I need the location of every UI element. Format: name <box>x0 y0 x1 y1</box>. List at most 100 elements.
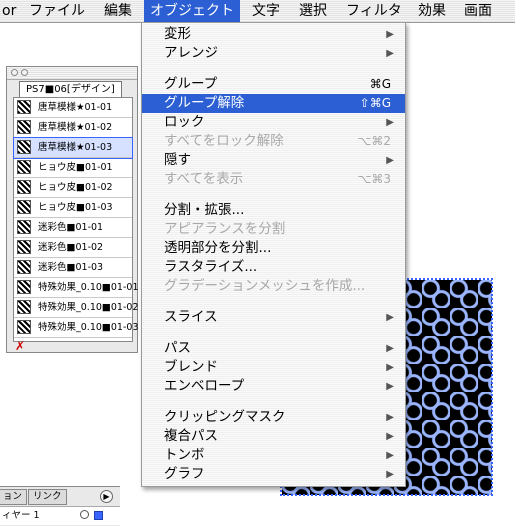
menu-item-label: 複合パス <box>164 428 218 444</box>
menu-item: すべてをロック解除 ⌥⌘2 <box>142 132 405 151</box>
menu-item[interactable]: グループ解除 ⇧⌘G <box>142 94 405 113</box>
menu-item[interactable]: クリッピングマスク ▶ <box>142 408 405 427</box>
swatch-row[interactable]: 迷彩色■01-03 <box>14 258 132 278</box>
none-swatch-icon[interactable]: ✗ <box>15 339 25 353</box>
layer-palette: ョン リンク ▶ ィヤー 1 <box>0 486 120 526</box>
menu-separator <box>142 396 405 408</box>
swatch-pattern-thumbnail <box>17 260 31 274</box>
menu-item[interactable]: グラフ ▶ <box>142 465 405 484</box>
swatch-row[interactable]: 特殊効果_0.10■01-01 <box>14 278 138 298</box>
submenu-arrow-icon: ▶ <box>386 450 394 461</box>
menu-item-label: 隠す <box>164 152 191 168</box>
swatch-row[interactable]: ヒョウ皮■01-03 <box>14 198 132 218</box>
swatch-pattern-thumbnail <box>17 120 31 134</box>
menu-item-shortcut: ⌥⌘3 <box>357 172 391 186</box>
menu-edit[interactable]: 編集 <box>104 0 132 22</box>
swatch-row[interactable]: 迷彩色■01-02 <box>14 238 132 258</box>
submenu-arrow-icon: ▶ <box>386 412 394 423</box>
menu-item-shortcut: ⌥⌘2 <box>357 134 391 148</box>
menu-item-label: スライス <box>164 309 218 325</box>
menu-item[interactable]: 変形 ▶ <box>142 25 405 44</box>
swatch-pattern-thumbnail <box>17 320 31 334</box>
swatch-pattern-thumbnail <box>17 220 31 234</box>
menu-item-label: パス <box>164 340 191 356</box>
menu-item[interactable]: トンボ ▶ <box>142 446 405 465</box>
menu-item[interactable]: ラスタライズ... <box>142 258 405 277</box>
menu-item-label: 透明部分を分割... <box>164 240 272 256</box>
submenu-arrow-icon: ▶ <box>386 381 394 392</box>
menu-item-label: ブレンド <box>164 359 218 375</box>
menu-item[interactable]: 複合パス ▶ <box>142 427 405 446</box>
menu-item[interactable]: グループ ⌘G <box>142 75 405 94</box>
zoom-icon[interactable] <box>21 69 28 76</box>
swatch-row[interactable]: ヒョウ皮■01-01 <box>14 158 132 178</box>
menu-item[interactable]: アレンジ ▶ <box>142 44 405 63</box>
menu-item: アピアランスを分割 <box>142 220 405 239</box>
swatch-row[interactable]: 特殊効果_0.10■01-02 <box>14 298 138 318</box>
menu-object[interactable]: オブジェクト <box>144 0 240 22</box>
swatch-row[interactable]: 唐草模様★01-03 <box>13 137 133 159</box>
menu-effect[interactable]: 効果 <box>418 0 446 22</box>
layer-name: ィヤー 1 <box>2 510 40 521</box>
menu-item[interactable]: パス ▶ <box>142 339 405 358</box>
menu-item-label: ロック <box>164 114 205 130</box>
swatch-palette-titlebar[interactable] <box>7 67 137 80</box>
layer-row[interactable]: ィヤー 1 <box>0 506 120 525</box>
menu-filter[interactable]: フィルタ <box>346 0 402 22</box>
close-icon[interactable] <box>11 69 18 76</box>
swatch-pattern-thumbnail <box>17 200 31 214</box>
menu-item[interactable]: ロック ▶ <box>142 113 405 132</box>
layer-target-icon[interactable] <box>80 510 89 519</box>
swatch-pattern-thumbnail <box>17 180 31 194</box>
menu-item[interactable]: エンベロープ ▶ <box>142 377 405 396</box>
swatch-label: 唐草模様★01-01 <box>38 102 113 113</box>
swatch-row[interactable]: ヒョウ皮■01-02 <box>14 178 132 198</box>
menu-item-shortcut: ⌘G <box>369 77 391 91</box>
submenu-arrow-icon: ▶ <box>386 48 394 59</box>
swatch-palette: PS7■06[デザイン] 唐草模様★01-01 唐草模様★01-02 唐草模様★01… <box>6 66 138 353</box>
swatch-row[interactable]: 唐草模様★01-02 <box>14 118 132 138</box>
swatch-label: ヒョウ皮■01-02 <box>38 182 113 193</box>
swatch-label: ヒョウ皮■01-01 <box>38 162 113 173</box>
swatch-list: 唐草模様★01-01 唐草模様★01-02 唐草模様★01-03 ヒョウ皮■01-01… <box>13 97 138 342</box>
menu-separator <box>142 189 405 201</box>
menu-item-label: すべてをロック解除 <box>164 133 284 149</box>
menu-item[interactable]: 隠す ▶ <box>142 151 405 170</box>
swatch-pattern-thumbnail <box>17 300 31 314</box>
menu-item-label: グループ <box>164 76 218 92</box>
swatch-pattern-thumbnail <box>17 100 31 114</box>
palette-menu-arrow-icon[interactable]: ▶ <box>100 490 113 503</box>
swatch-pattern-thumbnail <box>17 160 31 174</box>
menu-file[interactable]: ファイル <box>29 0 85 22</box>
menu-item-label: アピアランスを分割 <box>164 221 286 237</box>
swatch-row[interactable]: 迷彩色■01-01 <box>14 218 132 238</box>
submenu-arrow-icon: ▶ <box>386 29 394 40</box>
menu-item-label: 変形 <box>164 26 191 42</box>
menu-item-label: エンベロープ <box>164 378 245 394</box>
submenu-arrow-icon: ▶ <box>386 362 394 373</box>
swatch-row[interactable]: 特殊効果_0.10■01-03 <box>14 318 138 338</box>
menu-separator <box>142 296 405 308</box>
tab-navigation[interactable]: ョン <box>0 489 28 505</box>
submenu-arrow-icon: ▶ <box>386 312 394 323</box>
submenu-arrow-icon: ▶ <box>386 343 394 354</box>
menu-type[interactable]: 文字 <box>252 0 280 22</box>
swatch-pattern-thumbnail <box>17 240 31 254</box>
menu-item[interactable]: スライス ▶ <box>142 308 405 327</box>
menu-item: グラデーションメッシュを作成... <box>142 277 405 296</box>
swatch-label: 特殊効果_0.10■01-02 <box>38 302 139 313</box>
submenu-arrow-icon: ▶ <box>386 431 394 442</box>
menu-item[interactable]: 分割・拡張... <box>142 201 405 220</box>
layer-color-icon <box>94 511 103 520</box>
menu-app[interactable]: or <box>2 0 16 22</box>
menu-item-shortcut: ⇧⌘G <box>359 96 391 110</box>
menu-item: すべてを表示 ⌥⌘3 <box>142 170 405 189</box>
menu-item[interactable]: ブレンド ▶ <box>142 358 405 377</box>
menu-item[interactable]: 透明部分を分割... <box>142 239 405 258</box>
menu-select[interactable]: 選択 <box>299 0 327 22</box>
swatch-label: 迷彩色■01-03 <box>38 262 104 273</box>
menu-view[interactable]: 画面 <box>464 0 492 22</box>
swatch-library-tab[interactable]: PS7■06[デザイン] <box>19 81 122 97</box>
swatch-row[interactable]: 唐草模様★01-01 <box>14 98 132 118</box>
tab-links[interactable]: リンク <box>28 489 67 505</box>
